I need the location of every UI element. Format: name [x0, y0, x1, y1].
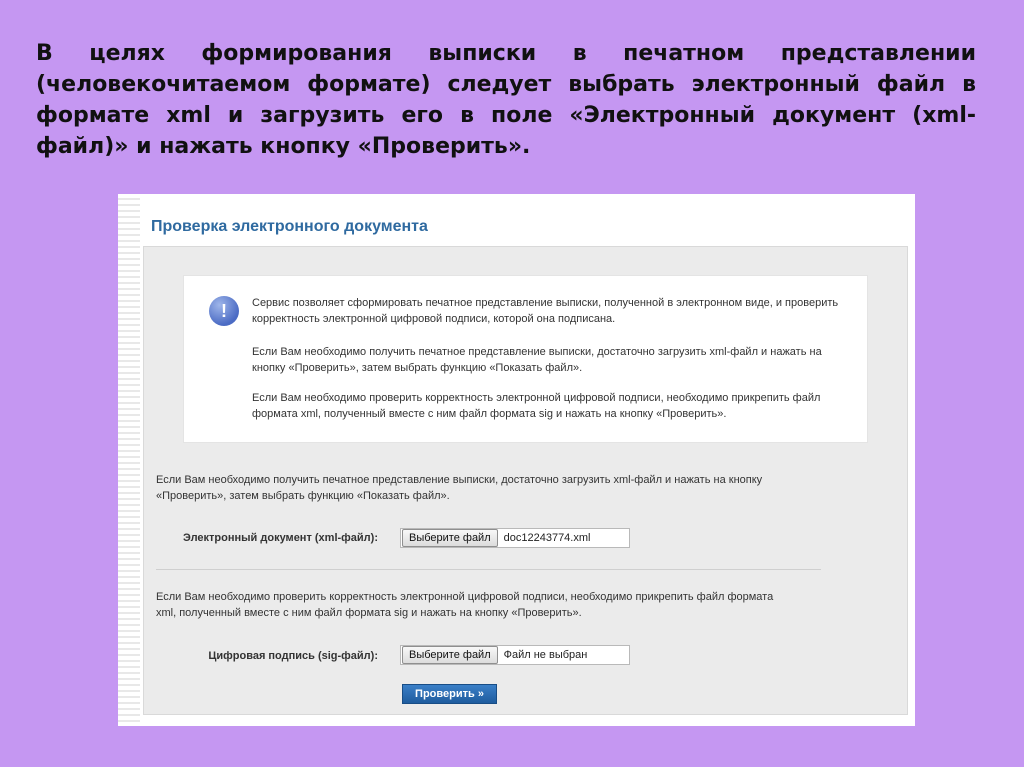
divider	[156, 569, 821, 570]
slide-line-3: формате xml и загрузить его в поле «Элек…	[36, 103, 976, 128]
sig-section-text: Если Вам необходимо проверить корректнос…	[156, 591, 774, 619]
info-paragraph-1: Сервис позволяет сформировать печатное п…	[252, 297, 839, 325]
slide-line-2: (человекочитаемом формате) следует выбра…	[36, 72, 976, 97]
exclamation-icon: !	[209, 296, 239, 326]
sig-file-name: Файл не выбран	[503, 649, 588, 661]
page-edge-strip	[118, 194, 140, 726]
xml-choose-file-button[interactable]: Выберите файл	[402, 529, 498, 547]
slide-instruction-text: В целях формирования выписки в печатном …	[36, 38, 976, 162]
xml-field-label: Электронный документ (xml-файл):	[183, 532, 378, 544]
embedded-screenshot: Проверка электронного документа ! Сервис…	[118, 194, 915, 726]
page-title: Проверка электронного документа	[151, 218, 428, 235]
check-button[interactable]: Проверить »	[402, 684, 497, 704]
info-paragraph-2: Если Вам необходимо получить печатное пр…	[252, 346, 822, 374]
sig-file-input[interactable]: Выберите файл Файл не выбран	[400, 645, 630, 665]
sig-choose-file-button[interactable]: Выберите файл	[402, 646, 498, 664]
xml-file-name: doc12243774.xml	[503, 532, 591, 544]
slide-line-4: файл)» и нажать кнопку «Проверить».	[36, 134, 531, 159]
xml-file-input[interactable]: Выберите файл doc12243774.xml	[400, 528, 630, 548]
info-paragraph-3: Если Вам необходимо проверить корректнос…	[252, 392, 821, 420]
slide-line-1: В целях формирования выписки в печатном …	[36, 41, 976, 66]
sig-field-label: Цифровая подпись (sig-файл):	[208, 650, 378, 662]
info-box: ! Сервис позволяет сформировать печатное…	[183, 275, 868, 443]
form-panel: ! Сервис позволяет сформировать печатное…	[143, 246, 908, 715]
xml-section-text: Если Вам необходимо получить печатное пр…	[156, 474, 763, 502]
